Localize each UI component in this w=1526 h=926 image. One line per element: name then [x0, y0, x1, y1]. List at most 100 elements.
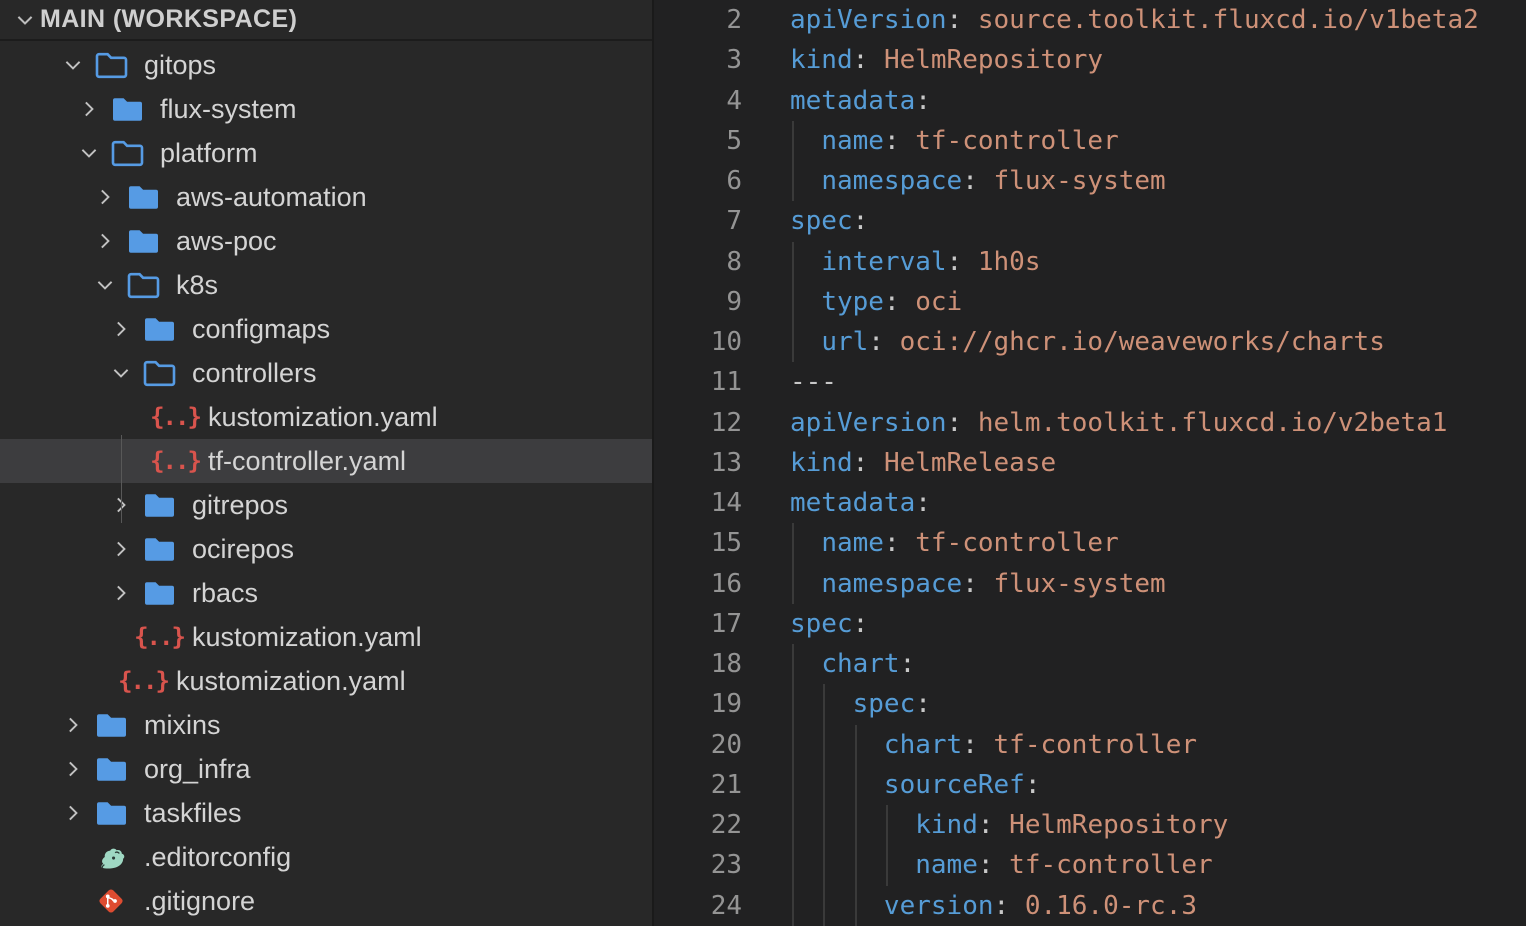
tree-item-rbacs[interactable]: rbacs — [0, 571, 652, 615]
tree-item-aws-poc[interactable]: aws-poc — [0, 219, 652, 263]
yaml-colon: : — [915, 86, 931, 116]
yaml-value: source.toolkit.fluxcd.io/v1beta2 — [978, 5, 1479, 35]
code-line[interactable]: 17spec: — [656, 604, 1526, 644]
yaml-colon: : — [868, 327, 884, 357]
tree-item-label: org_infra — [144, 754, 251, 785]
code-line[interactable]: 3kind: HelmRepository — [656, 40, 1526, 80]
code-line[interactable]: 9 type: oci — [656, 282, 1526, 322]
tree-item-gitrepos[interactable]: gitrepos — [0, 483, 652, 527]
tree-item-platform[interactable]: platform — [0, 131, 652, 175]
tree-item-kustomization-yaml[interactable]: {..}kustomization.yaml — [0, 659, 652, 703]
tree-item-taskfiles[interactable]: taskfiles — [0, 791, 652, 835]
chevron-right-icon[interactable] — [88, 186, 122, 208]
code-line[interactable]: 8 interval: 1h0s — [656, 242, 1526, 282]
code-line[interactable]: 7 spec: — [656, 201, 1526, 241]
code-line[interactable]: 14metadata: — [656, 483, 1526, 523]
yaml-colon: : — [915, 488, 931, 518]
tree-item-kustomization-yaml[interactable]: {..}kustomization.yaml — [0, 615, 652, 659]
tree-item-mixins[interactable]: mixins — [0, 703, 652, 747]
chevron-right-icon[interactable] — [104, 538, 138, 560]
code-editor[interactable]: 2apiVersion: source.toolkit.fluxcd.io/v1… — [656, 0, 1526, 926]
code-text: spec: — [790, 206, 868, 236]
chevron-right-icon[interactable] — [56, 714, 90, 736]
code-line[interactable]: 23 name: tf-controller — [656, 845, 1526, 885]
yaml-colon: : — [884, 126, 900, 156]
yaml-key: spec — [790, 206, 853, 236]
line-number[interactable]: 9 — [656, 287, 742, 317]
line-number[interactable]: 24 — [656, 891, 742, 921]
line-number[interactable]: 23 — [656, 850, 742, 880]
yaml-colon: : — [884, 287, 900, 317]
chevron-right-icon[interactable] — [56, 758, 90, 780]
code-line[interactable]: 5 name: tf-controller — [656, 121, 1526, 161]
line-number[interactable]: 22 — [656, 810, 742, 840]
line-number[interactable]: 10 — [656, 327, 742, 357]
tree-item-aws-automation[interactable]: aws-automation — [0, 175, 652, 219]
workspace-section-header[interactable]: MAIN (WORKSPACE) — [0, 0, 652, 41]
code-line[interactable]: 10 url: oci://ghcr.io/weaveworks/charts — [656, 322, 1526, 362]
chevron-right-icon[interactable] — [72, 98, 106, 120]
code-text: version: 0.16.0-rc.3 — [790, 891, 1197, 921]
tree-item-label: ocirepos — [192, 534, 294, 565]
line-number[interactable]: 14 — [656, 488, 742, 518]
tree-item-k8s[interactable]: k8s — [0, 263, 652, 307]
line-number[interactable]: 8 — [656, 247, 742, 277]
chevron-down-icon[interactable] — [56, 54, 90, 76]
code-line[interactable]: 11--- — [656, 362, 1526, 402]
chevron-right-icon[interactable] — [104, 582, 138, 604]
line-number[interactable]: 16 — [656, 569, 742, 599]
line-number[interactable]: 20 — [656, 730, 742, 760]
tree-item-kustomization-yaml[interactable]: {..}kustomization.yaml — [0, 395, 652, 439]
line-number[interactable]: 12 — [656, 408, 742, 438]
line-number[interactable]: 4 — [656, 86, 742, 116]
line-number[interactable]: 18 — [656, 649, 742, 679]
code-text: type: oci — [790, 287, 962, 317]
code-line[interactable]: 16 namespace: flux-system — [656, 564, 1526, 604]
yaml-key: kind — [915, 810, 978, 840]
chevron-down-icon[interactable] — [72, 142, 106, 164]
folder-open-icon — [122, 272, 164, 299]
tree-item-org-infra[interactable]: org_infra — [0, 747, 652, 791]
chevron-right-icon[interactable] — [104, 318, 138, 340]
code-line[interactable]: 15 name: tf-controller — [656, 523, 1526, 563]
chevron-right-icon[interactable] — [88, 230, 122, 252]
line-number[interactable]: 3 — [656, 45, 742, 75]
line-number[interactable]: 15 — [656, 528, 742, 558]
yaml-key: spec — [790, 609, 853, 639]
tree-item-configmaps[interactable]: configmaps — [0, 307, 652, 351]
tree-item-gitops[interactable]: gitops — [0, 43, 652, 87]
line-number[interactable]: 21 — [656, 770, 742, 800]
code-line[interactable]: 24 version: 0.16.0-rc.3 — [656, 886, 1526, 926]
line-number[interactable]: 11 — [656, 367, 742, 397]
chevron-down-icon[interactable] — [104, 362, 138, 384]
code-line[interactable]: 19 spec: — [656, 684, 1526, 724]
tree-item-label: taskfiles — [144, 798, 242, 829]
code-text: name: tf-controller — [790, 126, 1119, 156]
line-number[interactable]: 19 — [656, 689, 742, 719]
yaml-colon: : — [962, 166, 978, 196]
line-number[interactable]: 2 — [656, 5, 742, 35]
code-line[interactable]: 21 sourceRef: — [656, 765, 1526, 805]
yaml-key: name — [915, 850, 978, 880]
tree-item-flux-system[interactable]: flux-system — [0, 87, 652, 131]
line-number[interactable]: 6 — [656, 166, 742, 196]
line-number[interactable]: 5 — [656, 126, 742, 156]
tree-item-ocirepos[interactable]: ocirepos — [0, 527, 652, 571]
code-line[interactable]: 12apiVersion: helm.toolkit.fluxcd.io/v2b… — [656, 403, 1526, 443]
code-line[interactable]: 6 namespace: flux-system — [656, 161, 1526, 201]
tree-item-editorconfig[interactable]: .editorconfig — [0, 835, 652, 879]
line-number[interactable]: 13 — [656, 448, 742, 478]
line-number[interactable]: 7 — [656, 206, 742, 236]
code-line[interactable]: 13kind: HelmRelease — [656, 443, 1526, 483]
chevron-down-icon[interactable] — [88, 274, 122, 296]
tree-item-gitignore[interactable]: .gitignore — [0, 879, 652, 923]
code-line[interactable]: 18 chart: — [656, 644, 1526, 684]
code-line[interactable]: 2apiVersion: source.toolkit.fluxcd.io/v1… — [656, 0, 1526, 40]
line-number[interactable]: 17 — [656, 609, 742, 639]
chevron-right-icon[interactable] — [56, 802, 90, 824]
code-line[interactable]: 22 kind: HelmRepository — [656, 805, 1526, 845]
code-line[interactable]: 20 chart: tf-controller — [656, 725, 1526, 765]
tree-item-tf-controller-yaml[interactable]: {..}tf-controller.yaml — [0, 439, 652, 483]
tree-item-controllers[interactable]: controllers — [0, 351, 652, 395]
code-line[interactable]: 4metadata: — [656, 81, 1526, 121]
